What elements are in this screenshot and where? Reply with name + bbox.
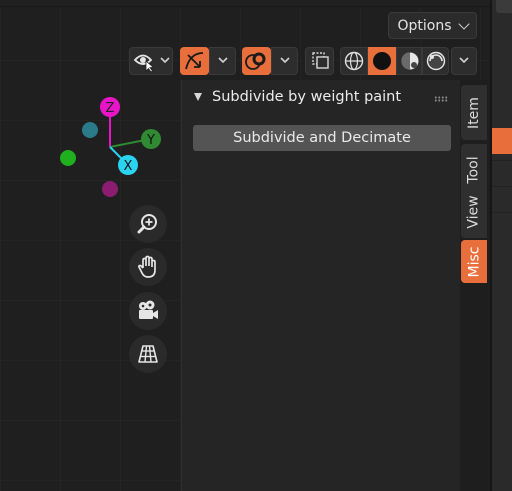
collapse-arrow-icon[interactable] xyxy=(194,93,202,101)
shading-material-button[interactable] xyxy=(396,47,422,75)
shading-rendered-button[interactable] xyxy=(422,47,449,75)
zoom-icon xyxy=(137,214,157,234)
solid-sphere-icon xyxy=(373,52,391,70)
z-axis-label: Z xyxy=(106,101,115,116)
panel-title: Subdivide by weight paint xyxy=(212,89,402,105)
xray-icon xyxy=(312,52,329,69)
overlays-dropdown[interactable] xyxy=(271,47,298,75)
navigation-gizmo[interactable]: Z Y X xyxy=(50,90,180,210)
perspective-toggle-button[interactable] xyxy=(129,335,167,373)
gizmo-dropdown[interactable] xyxy=(209,47,236,75)
chevron-down-icon xyxy=(279,57,290,64)
neg-y-axis-handle[interactable] xyxy=(60,150,76,166)
tab-tool-label: Tool xyxy=(466,156,483,184)
viewport-top-border xyxy=(0,0,490,7)
rendered-sphere-icon xyxy=(426,51,446,71)
chevron-down-icon xyxy=(459,57,469,64)
overlays-icon xyxy=(245,52,266,70)
visibility-selectability-dropdown[interactable] xyxy=(129,47,173,75)
chevron-down-icon xyxy=(160,57,170,64)
shading-wireframe-button[interactable] xyxy=(340,47,368,75)
zoom-button[interactable] xyxy=(129,205,167,243)
shading-dropdown[interactable] xyxy=(451,47,477,75)
neg-z-axis-handle[interactable] xyxy=(102,181,118,197)
material-sphere-icon xyxy=(401,52,419,70)
adjacent-editor-row-divider xyxy=(492,186,512,187)
adjacent-editor-active-row xyxy=(492,128,512,154)
neg-x-axis-handle[interactable] xyxy=(82,122,98,138)
x-axis-label: X xyxy=(124,159,133,174)
camera-view-button[interactable] xyxy=(129,292,167,330)
panel-header[interactable]: Subdivide by weight paint xyxy=(182,84,461,112)
tab-misc-label: Misc xyxy=(466,246,482,277)
chevron-down-icon xyxy=(217,57,228,64)
gizmo-icon xyxy=(185,52,204,70)
tab-view[interactable]: View xyxy=(461,186,487,238)
subdivide-button-label: Subdivide and Decimate xyxy=(233,130,411,146)
chevron-down-icon xyxy=(457,17,470,30)
adjacent-editor-header-button[interactable] xyxy=(496,0,512,13)
adjacent-editor-edge xyxy=(490,0,512,491)
options-label: Options xyxy=(397,17,452,34)
sidebar-tab-strip: Item Tool View Misc xyxy=(460,80,490,491)
adjacent-editor-row-divider xyxy=(492,212,512,213)
adjacent-editor-row-divider xyxy=(492,160,512,161)
perspective-grid-icon xyxy=(138,345,158,363)
wireframe-sphere-icon xyxy=(344,51,364,71)
y-axis-label: Y xyxy=(146,133,155,148)
overlays-toggle-button[interactable] xyxy=(242,47,271,75)
camera-icon xyxy=(139,300,158,319)
tab-item-label: Item xyxy=(466,96,482,129)
subdivide-and-decimate-button[interactable]: Subdivide and Decimate xyxy=(193,125,451,151)
tab-view-label: View xyxy=(466,195,483,229)
tab-item[interactable]: Item xyxy=(461,85,487,140)
pan-button[interactable] xyxy=(129,248,167,286)
xray-toggle-button[interactable] xyxy=(305,47,334,75)
options-button[interactable]: Options xyxy=(388,12,477,39)
eye-cursor-icon xyxy=(133,54,155,73)
drag-grip-icon[interactable] xyxy=(434,96,448,102)
hand-icon xyxy=(138,255,156,278)
gizmo-toggle-button[interactable] xyxy=(180,47,209,75)
tab-misc[interactable]: Misc xyxy=(461,240,487,283)
sidebar-panel: Subdivide by weight paint Subdivide and … xyxy=(181,80,461,491)
shading-solid-button[interactable] xyxy=(368,47,396,75)
